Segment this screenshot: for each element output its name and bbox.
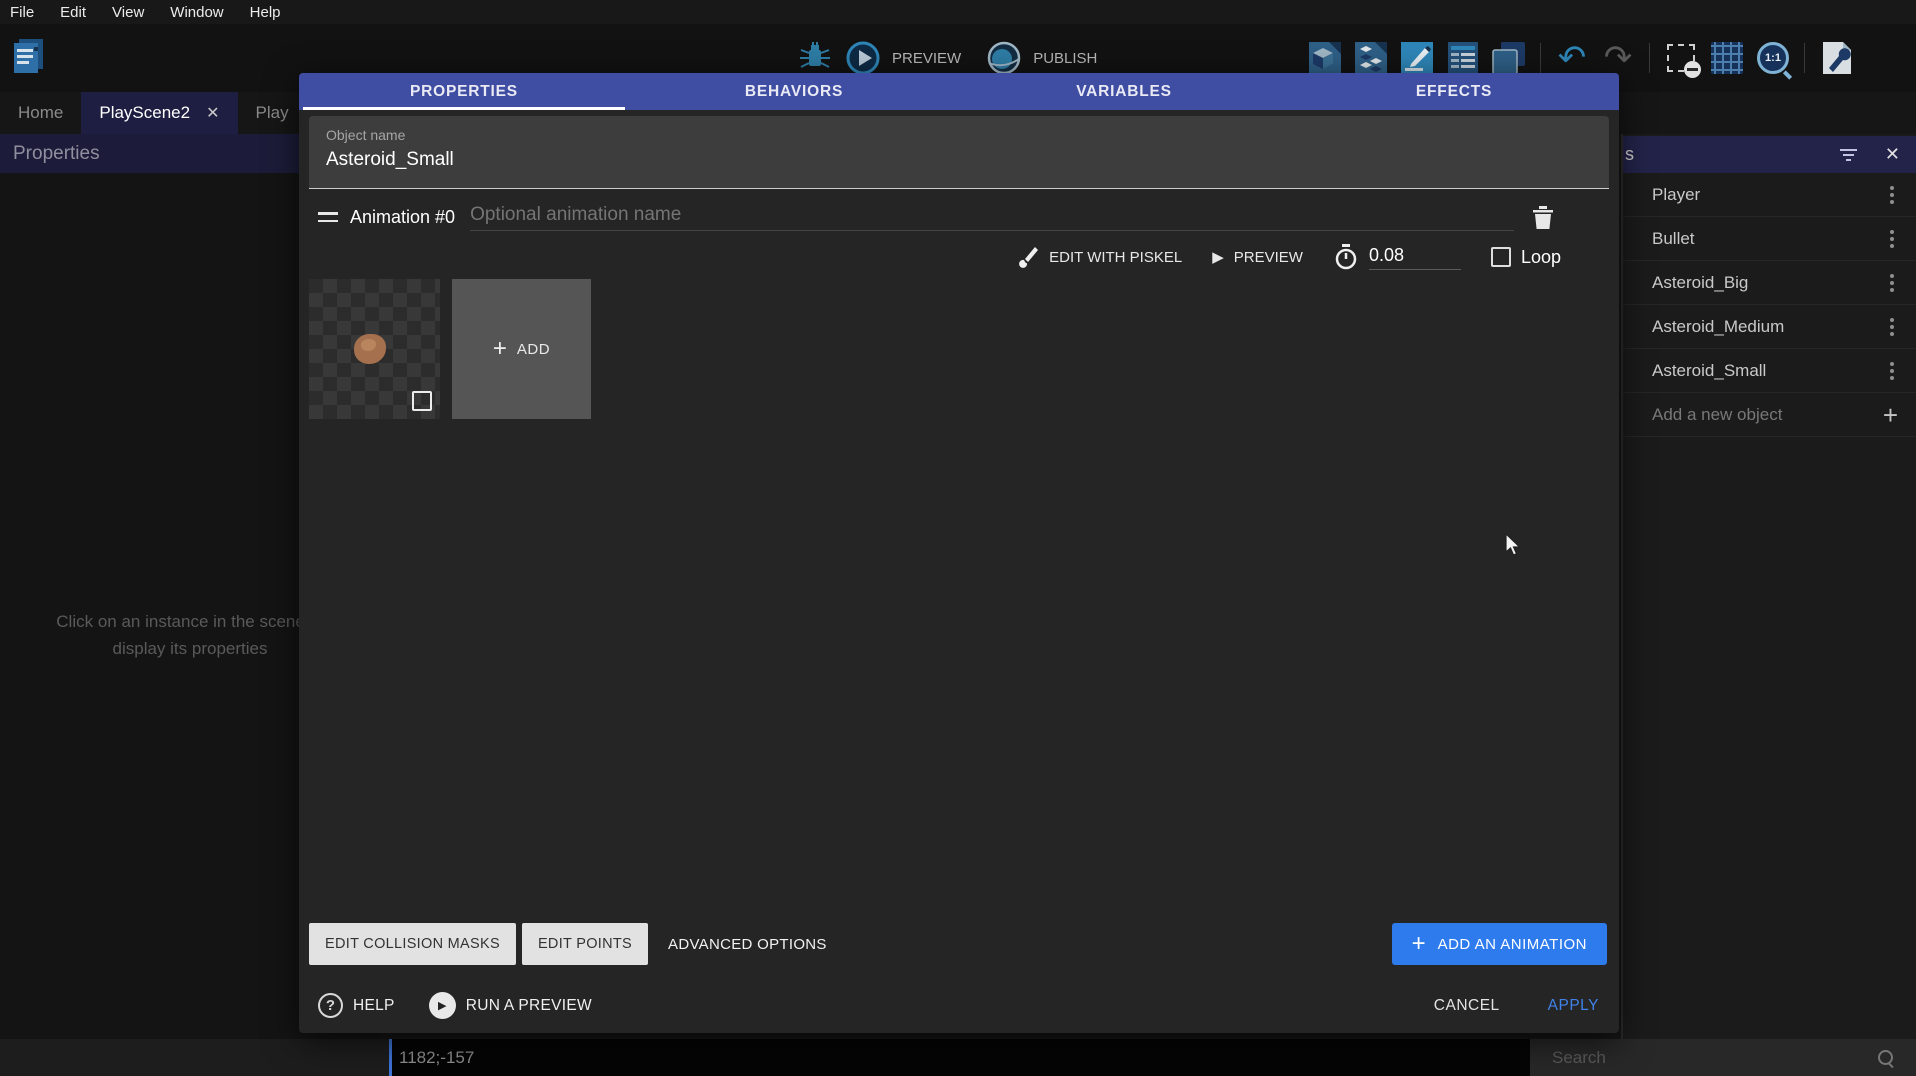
play-icon: ▶ [1212,248,1224,266]
dialog-tab-bar: PROPERTIES BEHAVIORS VARIABLES EFFECTS [299,73,1619,110]
search-input[interactable] [1552,1048,1878,1068]
zoom-1-1-icon[interactable]: 1:1 [1754,38,1792,78]
properties-panel-title: Properties [13,143,100,165]
redo-icon[interactable]: ↷ [1599,38,1637,78]
close-tab-icon[interactable]: ✕ [206,103,219,123]
trash-icon[interactable] [1530,203,1556,231]
tab-properties[interactable]: PROPERTIES [299,73,629,110]
cursor-coordinates: 1182;-157 [399,1048,474,1068]
preview-animation-button[interactable]: ▶ PREVIEW [1212,248,1303,266]
search-bar [1530,1039,1916,1076]
plus-icon: + [493,339,507,359]
cube-icon[interactable] [1306,38,1344,78]
add-new-object-row[interactable]: Add a new object + [1623,393,1916,437]
brush-icon [1015,245,1039,269]
kebab-menu-icon[interactable] [1890,318,1894,336]
cancel-button[interactable]: CANCEL [1434,997,1500,1015]
timer-icon [1333,243,1359,271]
animation-title: Animation #0 [350,207,455,228]
grid-icon[interactable] [1708,38,1746,78]
tab-home[interactable]: Home [0,92,81,134]
frame-duration-input[interactable] [1369,245,1461,270]
tab-variables[interactable]: VARIABLES [959,73,1289,110]
animation-frame-thumbnail[interactable] [309,279,440,419]
menu-window[interactable]: Window [170,4,223,21]
object-row-asteroid-medium[interactable]: Asteroid_Medium [1623,305,1916,349]
object-name-label: Object name [326,127,1609,143]
run-preview-icon[interactable]: ▶ [429,992,456,1019]
frame-select-checkbox[interactable] [412,391,432,411]
events-list-icon[interactable] [1444,38,1482,78]
search-icon[interactable] [1878,1050,1894,1066]
kebab-menu-icon[interactable] [1890,186,1894,204]
tab-playscene2[interactable]: PlayScene2 ✕ [81,92,237,134]
debug-icon[interactable] [796,38,834,78]
add-frame-button[interactable]: + ADD [452,279,591,419]
menu-bar: File Edit View Window Help [0,0,1916,24]
mouse-cursor [1505,533,1523,557]
loop-checkbox[interactable] [1491,247,1511,267]
edit-points-button[interactable]: EDIT POINTS [522,923,648,965]
status-bar: 1182;-157 [0,1039,1916,1076]
app-window: File Edit View Window Help [0,0,1916,1076]
animation-tools-row: EDIT WITH PISKEL ▶ PREVIEW Loop [1015,235,1561,279]
apply-button[interactable]: APPLY [1548,997,1599,1015]
wrench-icon[interactable] [1817,38,1855,78]
objects-panel-title-partial: s [1625,144,1634,165]
publish-button[interactable]: PUBLISH [1033,50,1097,67]
tab-effects[interactable]: EFFECTS [1289,73,1619,110]
help-icon[interactable]: ? [318,993,343,1018]
pencil-icon[interactable] [1398,38,1436,78]
dialog-footer: ? HELP ▶ RUN A PREVIEW CANCEL APPLY [318,984,1599,1027]
object-name-field: Object name [309,116,1609,189]
kebab-menu-icon[interactable] [1890,274,1894,292]
run-a-preview-button[interactable]: RUN A PREVIEW [466,997,592,1015]
selection-mask-icon[interactable] [1662,38,1700,78]
scene-status-strip: 1182;-157 [389,1039,1530,1076]
animation-header-row: Animation #0 [299,195,1619,239]
loop-toggle[interactable]: Loop [1491,247,1561,268]
cubes-icon[interactable] [1352,38,1390,78]
animation-name-input[interactable] [470,204,1514,231]
object-name-input[interactable] [326,149,1586,171]
object-row-asteroid-small[interactable]: Asteroid_Small [1623,349,1916,393]
menu-help[interactable]: Help [250,4,281,21]
advanced-options-button[interactable]: ADVANCED OPTIONS [654,936,841,953]
object-editor-dialog: PROPERTIES BEHAVIORS VARIABLES EFFECTS O… [299,73,1619,1033]
menu-view[interactable]: View [112,4,144,21]
kebab-menu-icon[interactable] [1890,230,1894,248]
help-button[interactable]: HELP [353,997,395,1015]
plus-icon[interactable]: + [1883,405,1898,425]
close-panel-icon[interactable]: ✕ [1885,144,1900,165]
edit-with-piskel-button[interactable]: EDIT WITH PISKEL [1015,245,1182,269]
menu-file[interactable]: File [10,4,34,21]
project-manager-icon[interactable] [10,36,48,76]
object-row-bullet[interactable]: Bullet [1623,217,1916,261]
edit-collision-masks-button[interactable]: EDIT COLLISION MASKS [309,923,516,965]
asteroid-sprite [354,334,386,364]
layers-icon[interactable] [1490,38,1528,78]
kebab-menu-icon[interactable] [1890,362,1894,380]
objects-panel: s ✕ Player Bullet Asteroid_Big Asteroid_… [1621,92,1916,1039]
object-row-asteroid-big[interactable]: Asteroid_Big [1623,261,1916,305]
objects-panel-header: s ✕ [1623,136,1916,173]
preview-icon[interactable] [844,38,882,78]
publish-icon[interactable] [985,38,1023,78]
add-an-animation-button[interactable]: + ADD AN ANIMATION [1392,923,1607,965]
dialog-actions-row: EDIT COLLISION MASKS EDIT POINTS ADVANCE… [309,923,841,965]
tab-behaviors[interactable]: BEHAVIORS [629,73,959,110]
plus-icon: + [1412,935,1426,953]
menu-edit[interactable]: Edit [60,4,86,21]
drag-handle-icon[interactable] [318,212,338,222]
preview-button[interactable]: PREVIEW [892,50,961,67]
undo-icon[interactable]: ↶ [1553,38,1591,78]
object-row-player[interactable]: Player [1623,173,1916,217]
filter-icon[interactable] [1840,149,1857,161]
tab-play-partial[interactable]: Play [238,92,307,134]
frame-duration-field [1333,243,1461,271]
